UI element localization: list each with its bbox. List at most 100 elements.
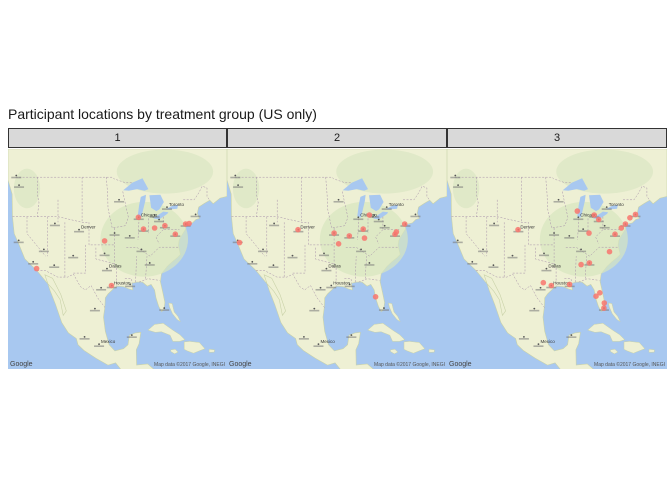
city-label-mark bbox=[450, 176, 461, 179]
city-label-mark bbox=[535, 288, 546, 291]
participant-point bbox=[346, 233, 353, 239]
city-dot bbox=[273, 222, 276, 225]
city-label-mark bbox=[124, 237, 135, 239]
city-name: Mexico bbox=[320, 339, 335, 344]
participant-point bbox=[33, 265, 40, 272]
participant-point bbox=[393, 229, 400, 235]
city-name: Denver bbox=[81, 225, 96, 230]
city-dot bbox=[194, 213, 197, 216]
city-dot bbox=[118, 198, 120, 201]
city-dot bbox=[545, 267, 548, 270]
city-label-mark bbox=[190, 215, 201, 218]
city-label-mark bbox=[518, 338, 529, 340]
city-dot bbox=[493, 222, 496, 225]
city-label-mark bbox=[533, 345, 544, 347]
participant-point bbox=[140, 226, 147, 232]
facet-strip-3: 3 bbox=[447, 128, 667, 148]
city-label-mark bbox=[126, 336, 137, 338]
city-label-mark bbox=[13, 241, 24, 244]
participant-point bbox=[172, 231, 179, 237]
city-dot bbox=[140, 248, 143, 251]
city-label-mark bbox=[38, 250, 49, 253]
city-label-mark bbox=[599, 226, 610, 229]
map-attribution: Map data ©2017 Google, INEGI bbox=[154, 362, 225, 368]
city-dot bbox=[357, 216, 360, 219]
city-label-mark bbox=[467, 263, 478, 265]
city-label-mark bbox=[378, 309, 389, 311]
city-dot bbox=[377, 218, 380, 221]
map-attribution: Map data ©2017 Google, INEGI bbox=[594, 362, 665, 368]
city-dot bbox=[113, 232, 116, 234]
city-dot bbox=[582, 228, 585, 231]
city-dot bbox=[337, 198, 340, 201]
city-label-mark bbox=[114, 200, 125, 203]
city-label-mark bbox=[379, 226, 390, 229]
city-dot bbox=[72, 254, 75, 257]
city-label-mark bbox=[507, 256, 518, 259]
participant-point bbox=[601, 305, 607, 311]
city-name: Houston bbox=[114, 281, 131, 286]
city-label-mark bbox=[539, 254, 550, 257]
city-name: Toronto bbox=[169, 202, 185, 207]
facet-grid: 1 Chicago Denver Dallas Houston Mexico Toront… bbox=[8, 128, 667, 369]
city-label-mark bbox=[99, 254, 110, 257]
city-dot bbox=[100, 286, 103, 289]
city-label-mark bbox=[553, 200, 564, 203]
city-label-mark bbox=[96, 288, 107, 291]
city-label-mark bbox=[315, 288, 326, 291]
facet-label-3: 3 bbox=[553, 132, 561, 144]
participant-point bbox=[622, 221, 629, 227]
participant-point bbox=[597, 290, 603, 296]
city-dot bbox=[15, 174, 18, 177]
city-dot bbox=[303, 335, 305, 338]
participant-point bbox=[586, 230, 592, 236]
participant-point bbox=[108, 282, 115, 289]
city-label-mark bbox=[298, 338, 309, 340]
city-dot bbox=[605, 206, 608, 209]
city-label-mark bbox=[529, 309, 540, 312]
city-label-mark bbox=[410, 215, 421, 218]
city-dot bbox=[272, 264, 275, 267]
city-dot bbox=[166, 206, 168, 209]
city-dot bbox=[313, 307, 316, 310]
city-dot bbox=[83, 335, 86, 338]
participant-point bbox=[360, 226, 366, 232]
city-dot bbox=[360, 248, 362, 251]
city-label-mark bbox=[258, 250, 269, 253]
map-attribution: Map data ©2017 Google, INEGI bbox=[374, 362, 445, 368]
city-dot bbox=[94, 307, 96, 310]
city-name: Mexico bbox=[101, 339, 116, 344]
city-dot bbox=[163, 307, 166, 309]
google-logo: Google bbox=[229, 361, 252, 368]
city-label-mark bbox=[541, 269, 552, 272]
city-label-mark bbox=[101, 269, 112, 272]
city-label-mark bbox=[453, 186, 464, 188]
city-dot bbox=[262, 248, 264, 251]
city-dot bbox=[457, 184, 459, 187]
city-dot bbox=[350, 334, 353, 337]
city-dot bbox=[78, 228, 80, 231]
facet-label-1: 1 bbox=[114, 132, 121, 144]
facet-label-2: 2 bbox=[333, 132, 341, 144]
google-logo: Google bbox=[10, 361, 33, 368]
city-dot bbox=[103, 252, 106, 255]
city-dot bbox=[553, 232, 555, 234]
city-dot bbox=[580, 248, 582, 251]
city-name: Mexico bbox=[540, 339, 555, 344]
city-dot bbox=[128, 234, 131, 237]
participant-point bbox=[595, 216, 602, 223]
city-dot bbox=[98, 343, 100, 346]
page-title: Participant locations by treatment group… bbox=[8, 106, 317, 122]
participant-point bbox=[151, 225, 158, 231]
city-name: Dallas bbox=[109, 264, 122, 269]
map-svg-3: ChicagoDenverDallasHoustonMexicoToronto bbox=[447, 149, 667, 369]
city-dot bbox=[42, 248, 45, 251]
map-svg-1: Chicago Denver Dallas Houston Mexico Toronto bbox=[8, 149, 227, 369]
participant-point bbox=[606, 248, 613, 255]
map-panel-1: Chicago Denver Dallas Houston Mexico Toronto … bbox=[8, 149, 227, 369]
city-label-mark bbox=[321, 269, 332, 272]
city-label-mark bbox=[346, 336, 357, 338]
city-label-mark bbox=[573, 218, 584, 221]
city-dot bbox=[533, 307, 536, 310]
city-label-mark bbox=[566, 336, 577, 338]
